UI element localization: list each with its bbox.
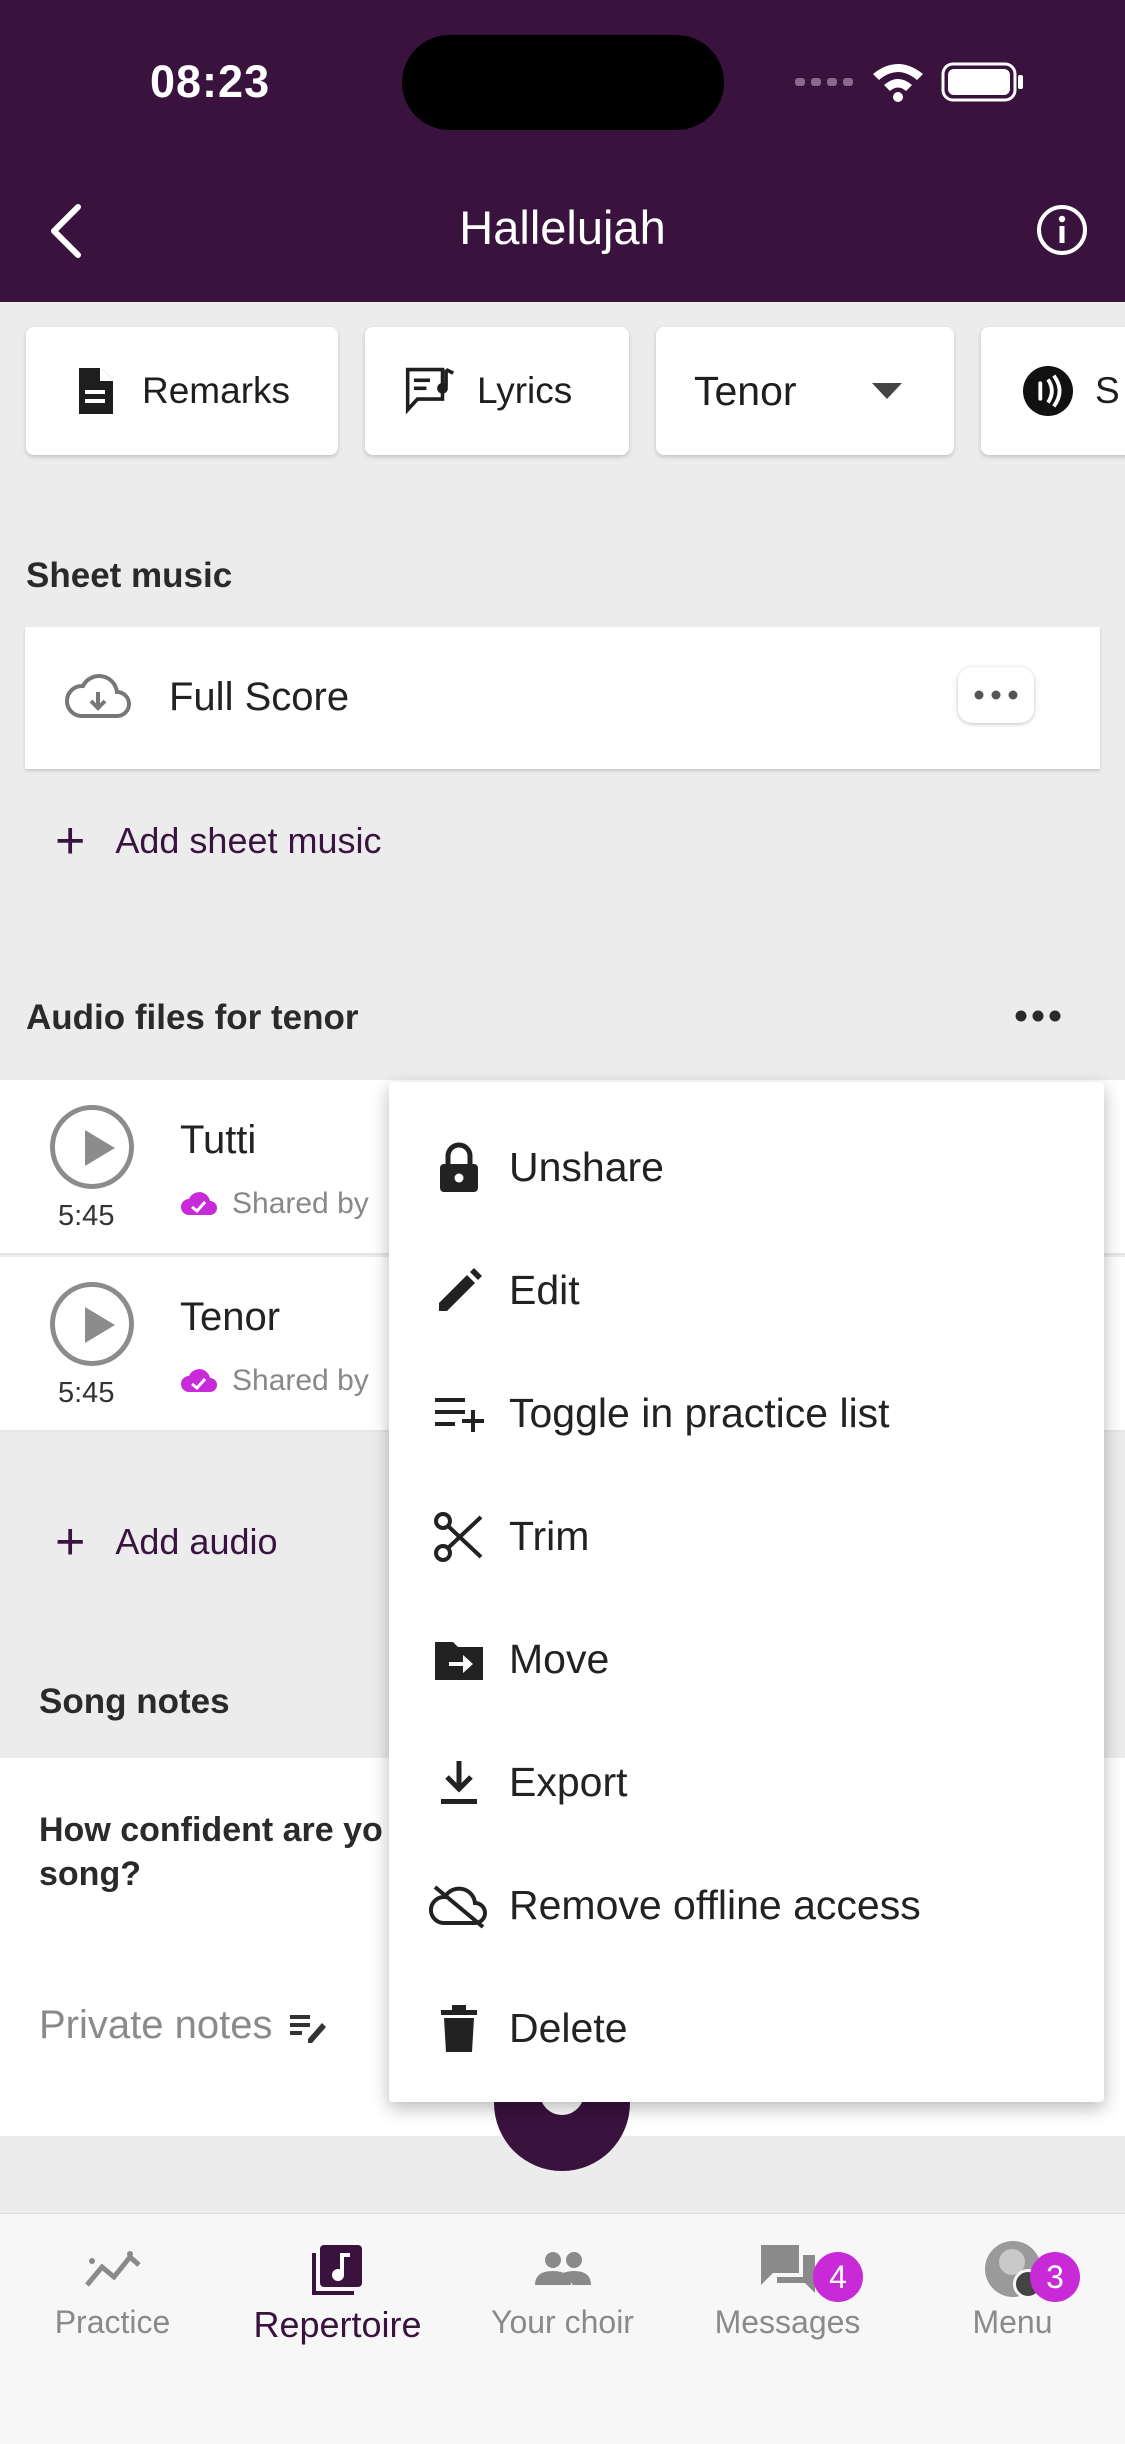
nav-label: Messages [714,2304,861,2340]
menu-badge: 3 [1030,2252,1080,2302]
nav-menu[interactable]: Menu 3 [900,2234,1125,2374]
caret-down-icon [872,383,902,399]
menu-item-label: Edit [509,1267,580,1313]
context-menu: Unshare Edit Toggle in practice list Tri… [389,1082,1104,2102]
cloud-check-icon [181,1369,217,1392]
shared-status: Shared by [180,1187,369,1221]
play-icon[interactable] [50,1105,134,1189]
trash-icon [429,1999,489,2059]
edit-notes-icon [290,2014,327,2043]
song-notes-title: Song notes [39,1682,230,1721]
document-icon [70,366,120,416]
avatar-icon [900,2234,1125,2304]
nav-label: Repertoire [253,2304,422,2345]
dynamic-island [402,35,724,130]
voice-select[interactable]: Tenor [656,327,954,455]
menu-item-label: Unshare [509,1144,664,1190]
private-notes-label: Private notes [39,2003,273,2047]
menu-item-toggle-practice[interactable]: Toggle in practice list [389,1352,1104,1475]
app-header: 08:23 Hallelujah [0,0,1125,302]
plus-icon: + [55,1513,86,1571]
chat-icon [675,2234,900,2304]
lyrics-icon [405,366,455,416]
cloud-check-icon [181,1192,217,1215]
sheet-music-item[interactable]: Full Score [25,627,1100,769]
nav-practice[interactable]: Practice [0,2234,225,2374]
bottom-nav: Practice Repertoire Your choir Messages … [0,2213,1125,2444]
info-icon[interactable] [1035,203,1089,257]
shared-label: Shared by [232,1187,369,1220]
nav-label: Menu [972,2304,1053,2340]
menu-item-export[interactable]: Export [389,1721,1104,1844]
private-notes-field[interactable]: Private notes [39,2003,328,2048]
folder-move-icon [429,1630,489,1690]
audio-files-title: Audio files for tenor [26,998,359,1037]
add-audio-label: Add audio [115,1521,278,1562]
track-name: Tutti [180,1118,257,1162]
battery-icon [941,62,1023,102]
signal-icon [795,78,853,86]
lyrics-label: Lyrics [477,370,573,411]
menu-item-label: Export [509,1759,628,1805]
lock-icon [429,1138,489,1198]
more-horizontal-icon [974,690,1018,700]
menu-item-label: Move [509,1636,610,1682]
menu-item-edit[interactable]: Edit [389,1229,1104,1352]
menu-item-delete[interactable]: Delete [389,1967,1104,2090]
status-icons [795,62,1023,102]
sheet-music-title: Sheet music [26,556,233,595]
nav-label: Your choir [491,2304,634,2340]
page-title: Hallelujah [459,201,666,254]
sheet-music-name: Full Score [169,675,350,719]
lyrics-chip[interactable]: Lyrics [365,327,629,455]
shared-label: Shared by [232,1364,369,1397]
music-note-icon [225,2234,450,2304]
confidence-question: How confident are yo song? [39,1811,383,1893]
cloud-download-icon [65,674,131,718]
shared-status: Shared by [180,1364,369,1398]
cloud-off-icon [429,1876,489,1936]
nav-messages[interactable]: Messages 4 [675,2234,900,2374]
menu-item-remove-offline[interactable]: Remove offline access [389,1844,1104,1967]
add-sheet-music-button[interactable]: + Add sheet music [55,815,382,867]
remarks-chip[interactable]: Remarks [26,327,338,455]
add-audio-button[interactable]: + Add audio [55,1516,278,1568]
sheet-music-more-button[interactable] [958,667,1034,723]
menu-item-label: Trim [509,1513,590,1559]
voice-select-value: Tenor [694,367,797,414]
status-time: 08:23 [150,56,271,107]
menu-item-label: Toggle in practice list [509,1390,890,1436]
plus-icon: + [55,812,86,870]
audio-more-icon[interactable] [1015,1010,1061,1022]
stream-label: S [1095,370,1120,411]
stream-chip[interactable]: S [981,327,1125,455]
track-duration: 5:45 [58,1200,115,1232]
track-name: Tenor [180,1295,281,1339]
download-icon [429,1753,489,1813]
play-icon[interactable] [50,1282,134,1366]
chart-line-icon [0,2234,225,2304]
menu-item-unshare[interactable]: Unshare [389,1106,1104,1229]
pencil-icon [429,1261,489,1321]
nav-your-choir[interactable]: Your choir [450,2234,675,2374]
wifi-icon [873,64,923,102]
menu-item-move[interactable]: Move [389,1598,1104,1721]
menu-item-label: Delete [509,2005,628,2051]
scissors-icon [429,1507,489,1567]
menu-item-label: Remove offline access [509,1882,921,1928]
nav-label: Practice [54,2304,171,2340]
remarks-label: Remarks [142,370,291,411]
track-duration: 5:45 [58,1377,115,1409]
sound-icon [1023,366,1073,416]
playlist-add-icon [429,1384,489,1444]
add-sheet-music-label: Add sheet music [115,820,382,861]
people-icon [450,2234,675,2304]
messages-badge: 4 [813,2252,863,2302]
menu-item-trim[interactable]: Trim [389,1475,1104,1598]
nav-repertoire[interactable]: Repertoire [225,2234,450,2374]
